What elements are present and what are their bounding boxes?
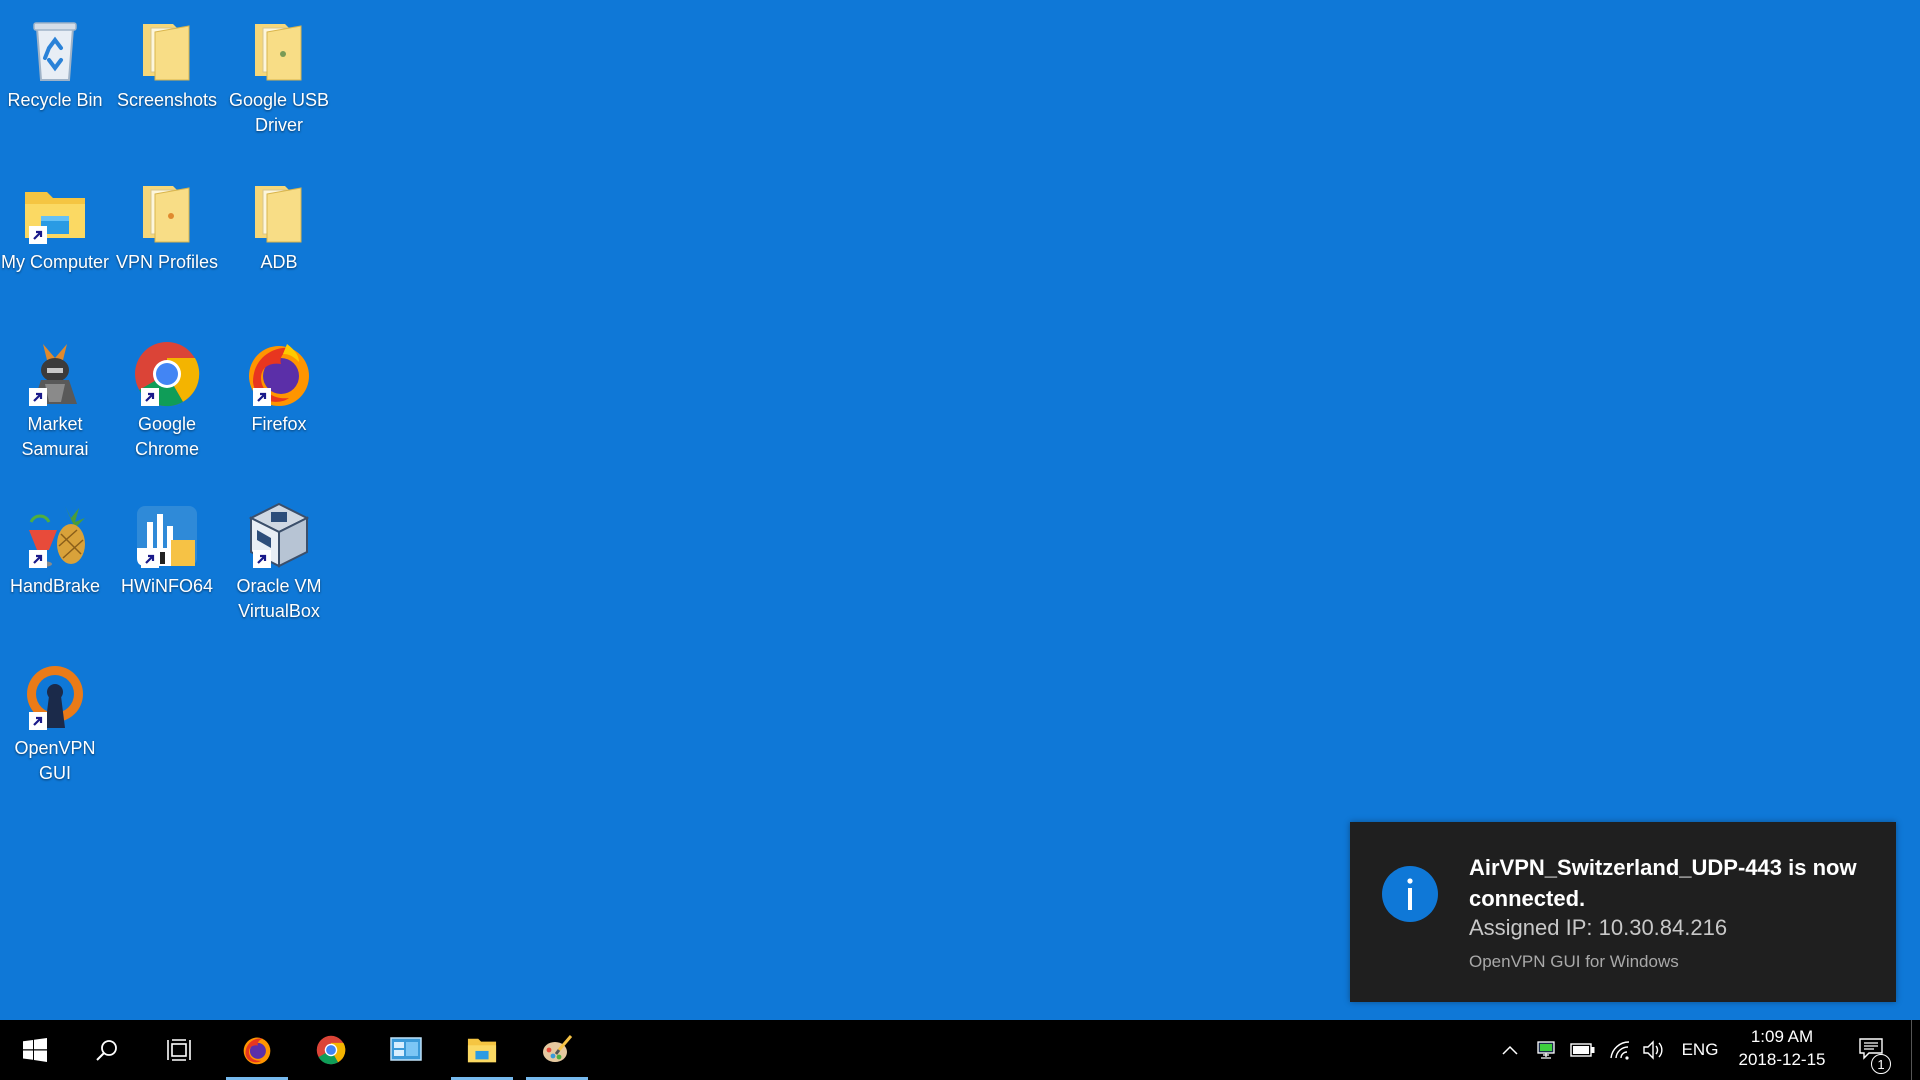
shortcut-arrow-icon: [29, 550, 47, 568]
action-center-button[interactable]: 1: [1845, 1020, 1895, 1080]
toast-title: AirVPN_Switzerland_UDP-443 is now connec…: [1469, 855, 1857, 911]
desktop-icon-label: My Computer: [0, 252, 110, 272]
desktop-icon-label: Screenshots: [116, 90, 218, 110]
notification-count-badge: 1: [1871, 1054, 1891, 1074]
battery-button[interactable]: [1568, 1020, 1598, 1080]
desktop-icon-firefox[interactable]: Firefox: [224, 330, 334, 437]
taskbar: ENG 1:09 AM 2018-12-15 1: [0, 1020, 1920, 1080]
show-hidden-icons-button[interactable]: [1498, 1020, 1522, 1080]
desktop-icon-label: Market Samurai: [21, 414, 89, 459]
openvpn-tray-button[interactable]: [1532, 1020, 1560, 1080]
shortcut-arrow-icon: [253, 388, 271, 406]
folder-icon: [131, 14, 203, 86]
clock-button[interactable]: 1:09 AM 2018-12-15: [1724, 1020, 1840, 1080]
clock-date: 2018-12-15: [1738, 1050, 1826, 1069]
paint-icon: [543, 1035, 573, 1062]
desktop-icon-label: Recycle Bin: [7, 90, 103, 110]
chrome-icon: [131, 338, 203, 410]
taskbar-paint[interactable]: [526, 1020, 588, 1080]
taskbar-control-panel[interactable]: [375, 1020, 437, 1080]
show-desktop-button[interactable]: [1911, 1020, 1920, 1080]
toast-attribution: OpenVPN GUI for Windows: [1469, 952, 1679, 971]
desktop-icon-label: ADB: [260, 252, 298, 272]
wifi-icon: [1610, 1041, 1630, 1060]
desktop-icon-label: OpenVPN GUI: [14, 738, 96, 783]
desktop-icon-vpn-profiles[interactable]: VPN Profiles: [112, 168, 222, 275]
info-icon: [1382, 866, 1438, 922]
desktop-icon-market-samurai[interactable]: Market Samurai: [0, 330, 110, 462]
start-icon: [23, 1038, 47, 1062]
folder-icon: [131, 176, 203, 248]
start-button[interactable]: [4, 1020, 66, 1080]
recycle-bin-icon: [19, 14, 91, 86]
desktop-icon-label: VPN Profiles: [115, 252, 219, 272]
desktop-icon-google-usb-driver[interactable]: Google USB Driver: [224, 6, 334, 138]
file-explorer-icon: [19, 176, 91, 248]
clock-time: 1:09 AM: [1750, 1027, 1814, 1046]
notification-toast[interactable]: AirVPN_Switzerland_UDP-443 is now connec…: [1350, 822, 1896, 1002]
desktop-icon-oracle-vm-virtualbox[interactable]: Oracle VM VirtualBox: [224, 492, 334, 624]
openvpn-connected-icon: [1537, 1041, 1555, 1059]
taskbar-chrome[interactable]: [300, 1020, 362, 1080]
task-view-button[interactable]: [148, 1020, 210, 1080]
network-button[interactable]: [1606, 1020, 1634, 1080]
hwinfo-icon: [131, 500, 203, 572]
samurai-icon: [19, 338, 91, 410]
search-icon: [96, 1040, 117, 1061]
desktop-icon-hwinfo64[interactable]: HWiNFO64: [112, 492, 222, 599]
desktop-icon-label: Google USB Driver: [228, 90, 330, 135]
search-button[interactable]: [76, 1020, 138, 1080]
speaker-icon: [1643, 1040, 1663, 1060]
openvpn-icon: [19, 662, 91, 734]
desktop-icon-label: Oracle VM VirtualBox: [236, 576, 322, 621]
desktop-icon-screenshots[interactable]: Screenshots: [112, 6, 222, 113]
desktop-icon-recycle-bin[interactable]: Recycle Bin: [0, 6, 110, 113]
desktop-icon-label: HWiNFO64: [120, 576, 213, 596]
handbrake-icon: [19, 500, 91, 572]
folder-icon: [243, 176, 315, 248]
desktop-icon-my-computer[interactable]: My Computer: [0, 168, 110, 275]
taskbar-file-explorer[interactable]: [451, 1020, 513, 1080]
folder-icon: [243, 14, 315, 86]
chevron-up-icon: [1502, 1045, 1518, 1055]
desktop-icon-label: HandBrake: [9, 576, 101, 596]
toast-body: Assigned IP: 10.30.84.216: [1469, 915, 1728, 940]
desktop-icon-handbrake[interactable]: HandBrake: [0, 492, 110, 599]
desktop-icon-label: Firefox: [251, 414, 307, 434]
firefox-icon: [243, 338, 315, 410]
firefox-icon: [243, 1037, 271, 1065]
shortcut-arrow-icon: [29, 712, 47, 730]
chrome-icon: [316, 1035, 346, 1065]
shortcut-arrow-icon: [29, 388, 47, 406]
taskbar-firefox[interactable]: [226, 1020, 288, 1080]
desktop-icon-adb[interactable]: ADB: [224, 168, 334, 275]
task-view-icon: [167, 1039, 191, 1061]
volume-button[interactable]: [1640, 1020, 1668, 1080]
battery-icon: [1570, 1043, 1595, 1057]
desktop-icon-openvpn-gui[interactable]: OpenVPN GUI: [0, 654, 110, 786]
shortcut-arrow-icon: [29, 226, 47, 244]
shortcut-arrow-icon: [141, 550, 159, 568]
control-panel-icon: [390, 1037, 422, 1061]
file-explorer-icon: [467, 1038, 497, 1063]
input-language-button[interactable]: ENG: [1672, 1020, 1728, 1080]
shortcut-arrow-icon: [253, 550, 271, 568]
virtualbox-icon: [243, 500, 315, 572]
desktop-icon-label: Google Chrome: [134, 414, 200, 459]
desktop-icon-google-chrome[interactable]: Google Chrome: [112, 330, 222, 462]
shortcut-arrow-icon: [141, 388, 159, 406]
